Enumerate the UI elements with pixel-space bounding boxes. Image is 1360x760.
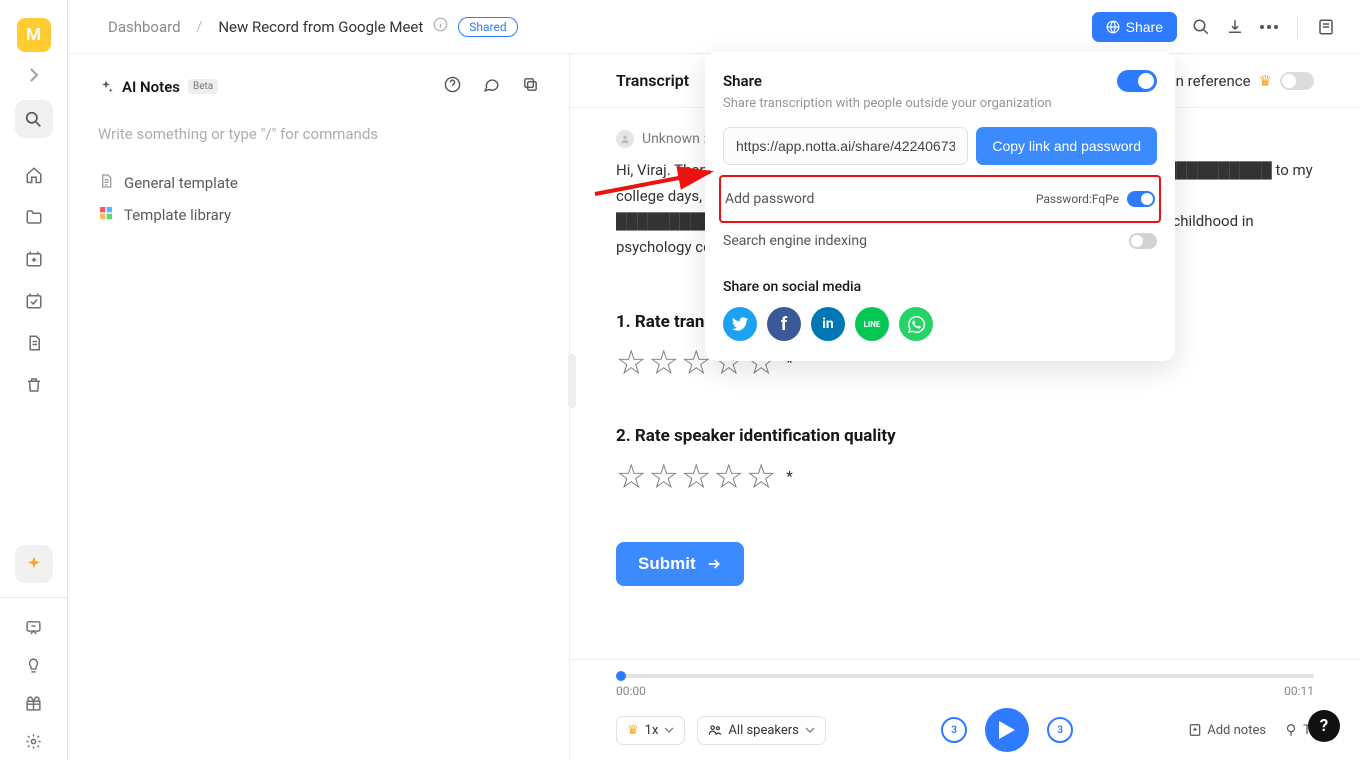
feedback-icon[interactable]: [15, 608, 53, 646]
template-doc-icon: [98, 173, 114, 193]
share-social-title: Share on social media: [723, 279, 1157, 295]
panel-icon[interactable]: [1316, 17, 1336, 37]
line-share-button[interactable]: LINE: [855, 307, 889, 341]
transcript-tab[interactable]: Transcript: [616, 71, 689, 90]
document-icon[interactable]: [15, 324, 53, 362]
bulb-icon[interactable]: [15, 646, 53, 684]
share-link-input[interactable]: [723, 127, 968, 165]
share-subtitle: Share transcription with people outside …: [723, 96, 1157, 111]
add-notes-button[interactable]: Add notes: [1188, 723, 1266, 738]
reference-label: ion reference: [1163, 72, 1250, 90]
add-password-row: Add password Password:FqPe: [725, 179, 1155, 219]
twitter-share-button[interactable]: [723, 307, 757, 341]
top-bar: Dashboard / New Record from Google Meet …: [68, 0, 1360, 54]
sparkle-icon: [98, 79, 114, 95]
search-top-icon[interactable]: [1191, 17, 1211, 37]
home-icon[interactable]: [15, 156, 53, 194]
twitter-icon: [732, 317, 748, 331]
general-template-button[interactable]: General template: [98, 167, 539, 199]
add-password-label: Add password: [725, 191, 814, 207]
globe-icon: [1106, 20, 1120, 34]
notes-editor[interactable]: Write something or type "/" for commands: [98, 125, 539, 143]
share-button[interactable]: Share: [1092, 12, 1177, 42]
comment-icon[interactable]: [483, 76, 500, 97]
reference-toggle[interactable]: [1280, 72, 1314, 90]
password-toggle[interactable]: [1127, 191, 1155, 207]
chevron-down-icon: [664, 727, 674, 733]
info-icon[interactable]: [433, 17, 448, 36]
seek-bar[interactable]: [616, 674, 1314, 678]
speaker-selector[interactable]: All speakers: [697, 716, 825, 745]
speed-selector[interactable]: ♛1x: [616, 716, 685, 745]
gear-icon[interactable]: [15, 722, 53, 760]
play-button[interactable]: [985, 708, 1029, 752]
search-button[interactable]: [15, 100, 53, 138]
skip-back-button[interactable]: 3: [941, 717, 967, 743]
breadcrumb-dashboard[interactable]: Dashboard: [108, 18, 181, 36]
linkedin-share-button[interactable]: in: [811, 307, 845, 341]
rate-speaker-label: 2. Rate speaker identification quality: [616, 426, 1314, 446]
arrow-right-icon: [706, 556, 722, 572]
help-fab[interactable]: ?: [1308, 710, 1340, 742]
notes-title: AI Notes: [122, 78, 180, 96]
folder-icon[interactable]: [15, 198, 53, 236]
breadcrumb-current: New Record from Google Meet: [218, 18, 423, 36]
template-library-button[interactable]: Template library: [98, 199, 539, 231]
help-icon[interactable]: [444, 76, 461, 97]
search-indexing-toggle[interactable]: [1129, 233, 1157, 249]
copy-icon[interactable]: [522, 76, 539, 97]
resize-handle[interactable]: [568, 354, 576, 408]
share-enable-toggle[interactable]: [1117, 70, 1157, 92]
facebook-share-button[interactable]: f: [767, 307, 801, 341]
avatar[interactable]: M: [17, 18, 51, 52]
star-icon[interactable]: ☆: [616, 346, 646, 380]
shared-chip[interactable]: Shared: [458, 17, 517, 37]
time-start: 00:00: [616, 684, 646, 698]
template-lib-icon: [98, 205, 114, 225]
beta-badge: Beta: [188, 79, 218, 94]
copy-link-button[interactable]: Copy link and password: [976, 127, 1157, 165]
speaker-avatar-icon: [616, 130, 634, 148]
more-icon[interactable]: [1259, 17, 1279, 37]
people-icon: [708, 723, 722, 737]
player-bar: 00:00 00:11 ♛1x All speakers 3 3 Add note…: [570, 659, 1360, 760]
crown-icon: ♛: [627, 723, 639, 738]
note-plus-icon: [1188, 723, 1202, 737]
trash-icon[interactable]: [15, 366, 53, 404]
calendar-plus-icon[interactable]: [15, 240, 53, 278]
pin-icon: [1284, 723, 1298, 737]
whatsapp-icon: [908, 316, 925, 333]
sparkle-button[interactable]: [15, 545, 53, 583]
expand-sidebar-button[interactable]: [23, 64, 45, 86]
facebook-icon: f: [781, 314, 787, 335]
crown-icon: ♛: [1259, 72, 1272, 90]
search-indexing-label: Search engine indexing: [723, 233, 867, 249]
line-icon: LINE: [864, 320, 881, 329]
share-modal: Share Share transcription with people ou…: [705, 52, 1175, 361]
rate-speaker-stars[interactable]: ☆☆☆☆☆*: [616, 460, 1314, 494]
share-modal-title: Share: [723, 72, 762, 90]
search-icon: [25, 111, 42, 128]
seek-handle[interactable]: [616, 671, 626, 681]
time-end: 00:11: [1284, 684, 1314, 698]
calendar-check-icon[interactable]: [15, 282, 53, 320]
skip-forward-button[interactable]: 3: [1047, 717, 1073, 743]
gift-icon[interactable]: [15, 684, 53, 722]
notes-panel: AI Notes Beta Write something or type "/…: [68, 54, 570, 760]
password-value: Password:FqPe: [1036, 192, 1119, 206]
submit-button[interactable]: Submit: [616, 542, 744, 586]
download-icon[interactable]: [1225, 17, 1245, 37]
left-rail: M: [0, 0, 68, 760]
search-indexing-row: Search engine indexing: [723, 221, 1157, 261]
chevron-down-icon: [805, 727, 815, 733]
linkedin-icon: in: [822, 316, 834, 332]
whatsapp-share-button[interactable]: [899, 307, 933, 341]
